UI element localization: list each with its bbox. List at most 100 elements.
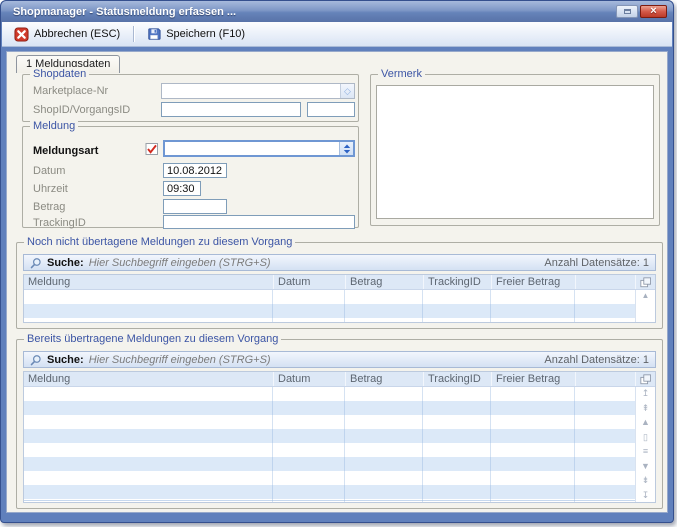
group-title: Bereits übertragene Meldungen zu diesem … <box>24 332 281 346</box>
column-header-empty <box>575 275 635 289</box>
group-title: Vermerk <box>378 67 425 81</box>
table-row[interactable] <box>24 471 635 485</box>
group-title: Shopdaten <box>30 67 89 81</box>
uhrzeit-label: Uhrzeit <box>33 183 68 195</box>
grid-body: ▲ ▼ <box>24 290 655 323</box>
search-icon <box>30 257 42 269</box>
column-chooser-button[interactable] <box>635 372 655 386</box>
cancel-button[interactable]: Abbrechen (ESC) <box>6 24 128 45</box>
column-header[interactable]: Freier Betrag <box>491 275 575 289</box>
vorgangsid-field[interactable] <box>307 102 355 117</box>
nav-list-icon[interactable]: ≡ <box>643 447 648 456</box>
nav-page-down-icon[interactable]: ⇟ <box>642 476 650 485</box>
vermerk-textarea[interactable] <box>376 85 654 219</box>
table-row[interactable] <box>24 429 635 443</box>
table-row[interactable] <box>24 401 635 415</box>
table-row[interactable] <box>24 457 635 471</box>
datum-field[interactable] <box>163 163 227 178</box>
maximize-icon <box>624 9 631 14</box>
column-separator <box>344 387 345 502</box>
group-title: Meldung <box>30 119 78 133</box>
cancel-label: Abbrechen (ESC) <box>34 28 120 40</box>
record-navigator: ↥ ⇞ ▲ ▯ ≡ ▼ ⇟ ↧ <box>635 387 655 502</box>
toolbar-separator <box>133 26 134 42</box>
close-button[interactable]: × <box>640 5 667 18</box>
group-transferred-messages: Bereits übertragene Meldungen zu diesem … <box>16 339 663 509</box>
titlebar[interactable]: Shopmanager - Statusmeldung erfassen ...… <box>1 1 673 22</box>
datum-label: Datum <box>33 165 65 177</box>
meldungsart-select[interactable] <box>163 140 355 157</box>
record-count: Anzahl Datensätze: 1 <box>544 257 649 269</box>
nav-prev-icon[interactable]: ▲ <box>641 418 650 427</box>
group-meldung: Meldung Meldungsart Datum Uhrzeit Bet <box>22 126 359 228</box>
grid-header: Meldung Datum Betrag TrackingID Freier B… <box>24 275 655 290</box>
group-pending-messages: Noch nicht übertagene Meldungen zu diese… <box>16 242 663 329</box>
nav-first-icon[interactable]: ↥ <box>642 389 650 398</box>
column-separator <box>272 290 273 323</box>
save-label: Speichern (F10) <box>166 28 245 40</box>
save-button[interactable]: Speichern (F10) <box>139 24 253 44</box>
column-header[interactable]: TrackingID <box>423 372 491 386</box>
search-label: Suche: <box>47 354 84 366</box>
marketplace-label: Marketplace-Nr <box>33 85 108 97</box>
column-header[interactable]: TrackingID <box>423 275 491 289</box>
nav-insert-icon[interactable]: ▯ <box>643 433 648 442</box>
betrag-field[interactable] <box>163 199 227 214</box>
scrollbar[interactable]: ▲ ▼ <box>635 290 655 323</box>
trackingid-label: TrackingID <box>33 217 86 229</box>
meldungsart-label: Meldungsart <box>33 145 98 157</box>
column-header[interactable]: Meldung <box>24 275 273 289</box>
maximize-button[interactable] <box>616 5 638 18</box>
group-title: Noch nicht übertagene Meldungen zu diese… <box>24 235 295 249</box>
cancel-icon <box>14 27 29 42</box>
column-header[interactable]: Betrag <box>345 275 423 289</box>
trackingid-field[interactable] <box>163 215 355 229</box>
table-row[interactable] <box>24 290 635 304</box>
column-chooser-icon <box>640 277 651 288</box>
table-row[interactable] <box>24 387 635 401</box>
nav-last-icon[interactable]: ↧ <box>642 491 650 500</box>
column-header-empty <box>575 372 635 386</box>
nav-next-icon[interactable]: ▼ <box>641 462 650 471</box>
window-title: Shopmanager - Statusmeldung erfassen ... <box>13 6 236 18</box>
column-separator <box>272 387 273 502</box>
table-row[interactable] <box>24 415 635 429</box>
grid-header: Meldung Datum Betrag TrackingID Freier B… <box>24 372 655 387</box>
table-row[interactable] <box>24 485 635 499</box>
scroll-up-icon[interactable]: ▲ <box>642 292 650 300</box>
group-shopdaten: Shopdaten Marketplace-Nr ◇ ShopID/Vorgan… <box>22 74 359 122</box>
column-header[interactable]: Datum <box>273 372 345 386</box>
nav-page-up-icon[interactable]: ⇞ <box>642 404 650 413</box>
column-header[interactable]: Datum <box>273 275 345 289</box>
table-row[interactable] <box>24 318 635 323</box>
uhrzeit-field[interactable] <box>163 181 201 196</box>
record-count: Anzahl Datensätze: 1 <box>544 354 649 366</box>
betrag-label: Betrag <box>33 201 65 213</box>
shopid-label: ShopID/VorgangsID <box>33 104 130 116</box>
save-icon <box>147 27 161 41</box>
column-separator <box>344 290 345 323</box>
app-window: Shopmanager - Statusmeldung erfassen ...… <box>0 0 674 523</box>
column-separator <box>574 290 575 323</box>
table-row[interactable] <box>24 304 635 318</box>
column-header[interactable]: Meldung <box>24 372 273 386</box>
column-separator <box>422 387 423 502</box>
dropdown-icon[interactable] <box>339 142 353 155</box>
search-label: Suche: <box>47 257 84 269</box>
data-grid: Meldung Datum Betrag TrackingID Freier B… <box>23 371 656 503</box>
column-header[interactable]: Betrag <box>345 372 423 386</box>
data-grid: Meldung Datum Betrag TrackingID Freier B… <box>23 274 656 323</box>
column-header[interactable]: Freier Betrag <box>491 372 575 386</box>
required-check-icon <box>145 142 159 156</box>
search-placeholder: Hier Suchbegriff eingeben (STRG+S) <box>89 354 271 366</box>
marketplace-select[interactable]: ◇ <box>161 83 355 99</box>
column-chooser-button[interactable] <box>635 275 655 289</box>
up-down-arrows-icon <box>343 144 351 154</box>
dropdown-icon[interactable]: ◇ <box>340 84 354 98</box>
search-bar[interactable]: Suche: Hier Suchbegriff eingeben (STRG+S… <box>23 254 656 271</box>
search-bar[interactable]: Suche: Hier Suchbegriff eingeben (STRG+S… <box>23 351 656 368</box>
shopid-field[interactable] <box>161 102 301 117</box>
table-row[interactable] <box>24 443 635 457</box>
scroll-down-icon[interactable]: ▼ <box>642 322 650 323</box>
search-placeholder: Hier Suchbegriff eingeben (STRG+S) <box>89 257 271 269</box>
